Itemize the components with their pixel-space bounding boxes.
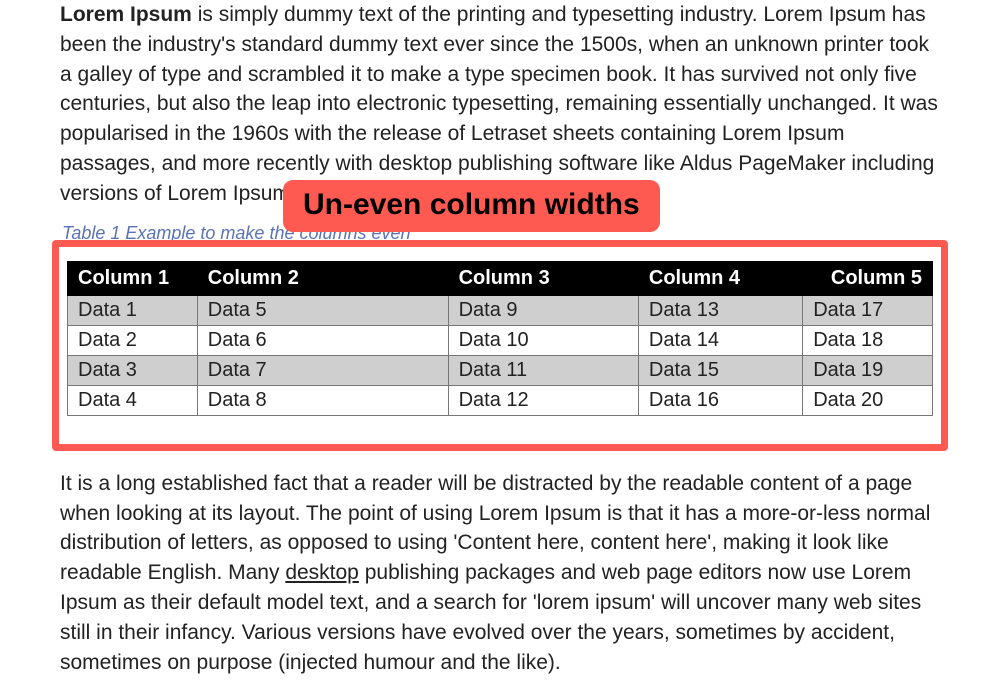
table-highlight-box: Column 1 Column 2 Column 3 Column 4 Colu…	[52, 240, 948, 451]
callout-label: Un-even column widths	[283, 180, 660, 232]
table-cell: Data 6	[197, 325, 448, 355]
table-cell: Data 16	[638, 385, 802, 415]
table-row: Data 4 Data 8 Data 12 Data 16 Data 20	[68, 385, 933, 415]
table-cell: Data 13	[638, 295, 802, 325]
table-cell: Data 3	[68, 355, 198, 385]
desktop-link[interactable]: desktop	[285, 561, 359, 584]
table-cell: Data 12	[448, 385, 638, 415]
table-row: Data 3 Data 7 Data 11 Data 15 Data 19	[68, 355, 933, 385]
table-cell: Data 17	[803, 295, 933, 325]
table-row: Data 2 Data 6 Data 10 Data 14 Data 18	[68, 325, 933, 355]
table-header-row: Column 1 Column 2 Column 3 Column 4 Colu…	[68, 261, 933, 295]
table-cell: Data 19	[803, 355, 933, 385]
example-table: Column 1 Column 2 Column 3 Column 4 Colu…	[67, 261, 933, 416]
table-cell: Data 18	[803, 325, 933, 355]
table-cell: Data 5	[197, 295, 448, 325]
table-cell: Data 20	[803, 385, 933, 415]
document-page: Lorem Ipsum is simply dummy text of the …	[0, 0, 1000, 700]
table-header-cell: Column 5	[803, 261, 933, 295]
table-row: Data 1 Data 5 Data 9 Data 13 Data 17	[68, 295, 933, 325]
table-cell: Data 14	[638, 325, 802, 355]
table-header-cell: Column 1	[68, 261, 198, 295]
table-cell: Data 2	[68, 325, 198, 355]
table-cell: Data 15	[638, 355, 802, 385]
table-cell: Data 11	[448, 355, 638, 385]
table-header-cell: Column 2	[197, 261, 448, 295]
second-paragraph: It is a long established fact that a rea…	[60, 469, 940, 678]
intro-paragraph: Lorem Ipsum is simply dummy text of the …	[60, 0, 940, 209]
table-cell: Data 9	[448, 295, 638, 325]
table-cell: Data 4	[68, 385, 198, 415]
intro-lead: Lorem Ipsum	[60, 3, 192, 26]
table-cell: Data 8	[197, 385, 448, 415]
table-header-cell: Column 4	[638, 261, 802, 295]
table-header-cell: Column 3	[448, 261, 638, 295]
table-cell: Data 7	[197, 355, 448, 385]
table-cell: Data 1	[68, 295, 198, 325]
table-cell: Data 10	[448, 325, 638, 355]
intro-rest: is simply dummy text of the printing and…	[60, 3, 938, 205]
